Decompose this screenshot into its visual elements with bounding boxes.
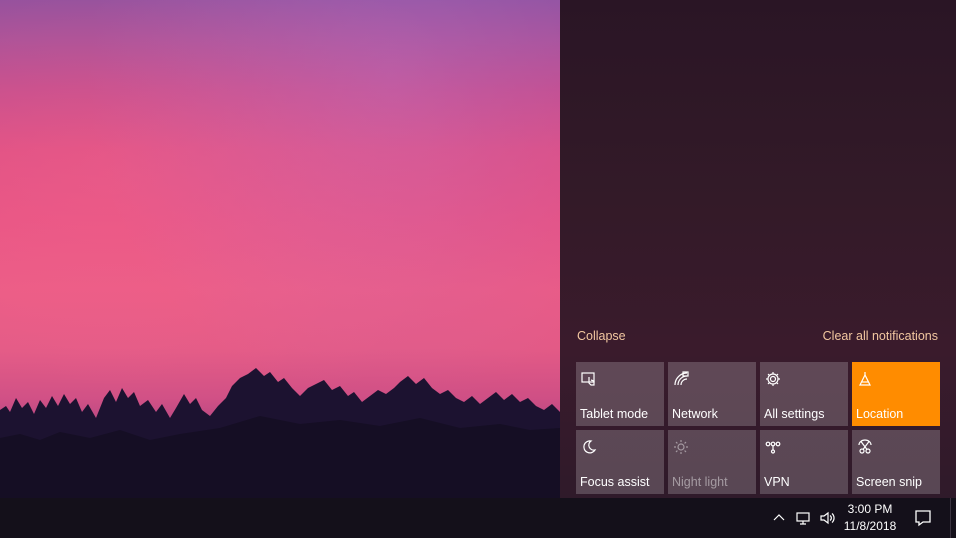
action-center-icon <box>915 510 931 527</box>
show-desktop-button[interactable] <box>950 498 956 538</box>
treeline-silhouette <box>0 368 560 498</box>
chevron-up-icon[interactable] <box>770 509 788 527</box>
screen-snip-tile[interactable]: Screen snip <box>852 430 940 494</box>
tile-label: Tablet mode <box>580 407 649 421</box>
taskbar: 3:00 PM 11/8/2018 <box>0 498 956 538</box>
tablet-mode-tile[interactable]: Tablet mode <box>576 362 664 426</box>
gear-icon <box>764 370 782 388</box>
clock-date: 11/8/2018 <box>843 519 897 533</box>
network-icon <box>672 370 690 388</box>
night-light-tile[interactable]: Night light <box>668 430 756 494</box>
clear-all-notifications-link[interactable]: Clear all notifications <box>823 329 938 343</box>
tile-label: VPN <box>764 475 790 489</box>
taskbar-clock[interactable]: 3:00 PM 11/8/2018 <box>838 501 902 535</box>
desktop-wallpaper[interactable] <box>0 0 560 498</box>
location-icon <box>856 370 874 388</box>
tile-label: All settings <box>764 407 825 421</box>
vpn-icon <box>764 438 782 456</box>
focus-assist-tile[interactable]: Focus assist <box>576 430 664 494</box>
volume-icon[interactable] <box>818 509 836 527</box>
network-monitor-icon[interactable] <box>794 509 812 527</box>
moon-icon <box>580 438 598 456</box>
tablet-mode-icon <box>580 370 598 388</box>
collapse-link[interactable]: Collapse <box>577 329 626 343</box>
action-center-panel: Collapse Clear all notifications Tablet … <box>560 0 956 498</box>
network-tile[interactable]: Network <box>668 362 756 426</box>
screen-snip-icon <box>856 438 874 456</box>
action-center-button[interactable] <box>904 498 942 538</box>
tile-label: Network <box>672 407 718 421</box>
tile-label: Screen snip <box>856 475 923 489</box>
location-tile[interactable]: Location <box>852 362 940 426</box>
tile-label: Location <box>856 407 904 421</box>
tile-label: Focus assist <box>580 475 650 489</box>
sun-icon <box>672 438 690 456</box>
tile-label: Night light <box>672 475 728 489</box>
vpn-tile[interactable]: VPN <box>760 430 848 494</box>
screen: Collapse Clear all notifications Tablet … <box>0 0 956 538</box>
clock-time: 3:00 PM <box>847 502 893 516</box>
all-settings-tile[interactable]: All settings <box>760 362 848 426</box>
